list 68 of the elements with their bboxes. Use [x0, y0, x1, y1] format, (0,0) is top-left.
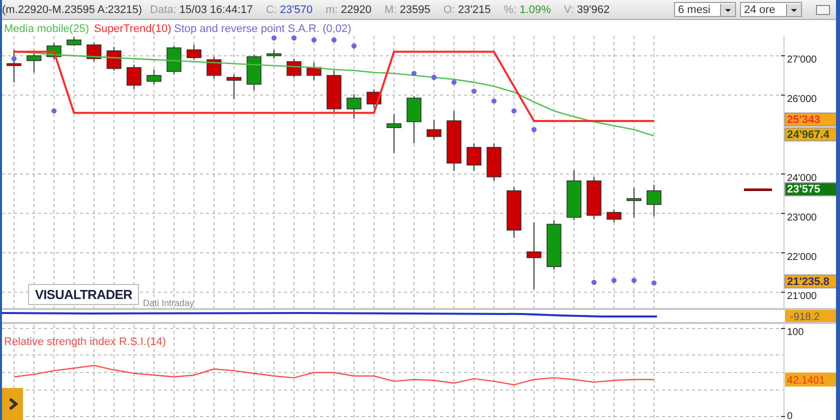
candlestick [386, 113, 402, 154]
legend-label: Media mobile(25) [4, 23, 89, 35]
candlestick [586, 176, 602, 220]
candlestick [406, 96, 422, 144]
quote-field: %: 1.09% [504, 4, 551, 16]
candlestick [306, 62, 322, 81]
candlestick [526, 222, 542, 290]
axis-tick-label: 23'000 [787, 212, 817, 224]
period-dropdown[interactable]: 24 ore [740, 2, 802, 17]
last-price-marker [744, 188, 772, 191]
candlestick [226, 74, 242, 100]
logo: VISUALTRADER [28, 284, 140, 305]
axis-tick-label: 0 [787, 411, 793, 420]
candlestick [126, 64, 142, 90]
range-text: (m.22920-M.23595 A:23215) [2, 4, 142, 16]
candlestick [46, 42, 62, 60]
quote-field: C: 23'570 [266, 4, 313, 16]
indicator-value-label: -918.2 [785, 310, 836, 323]
candlestick [86, 42, 102, 62]
candlestick [426, 119, 442, 140]
price-label: 24'967.4 [784, 127, 836, 142]
candlestick [206, 56, 222, 79]
candlestick [6, 49, 22, 83]
candlestick [66, 36, 82, 46]
candlestick [606, 208, 622, 223]
candlestick [486, 142, 502, 182]
candlestick [466, 142, 482, 172]
price-label: 23'575 [784, 182, 836, 196]
legend-label: Stop and reverse point S.A.R. (0,02) [174, 23, 352, 35]
candlestick [166, 45, 182, 75]
axis-tick-label: 22'000 [787, 252, 817, 263]
axis-tick-label: 21'000 [787, 291, 817, 302]
quote-field: m: 22920 [326, 4, 372, 16]
candlestick [646, 184, 662, 217]
price-label: 25'343 [784, 112, 836, 127]
expand-button[interactable] [2, 388, 23, 420]
price-label: 21'235.8 [784, 274, 836, 288]
legend-label: SuperTrend(10) [94, 23, 172, 35]
axis-tick-label: 100 [787, 327, 804, 338]
rsi-value-label: 42.1401 [785, 372, 836, 387]
candlestick [626, 187, 642, 218]
candlestick [146, 69, 162, 85]
period-dropdown[interactable]: 6 mesi [674, 2, 736, 17]
candlestick [106, 46, 122, 71]
candlestick [446, 110, 462, 172]
indicator-title: Relative strength index R.S.I.(14) [4, 336, 166, 348]
candlestick [266, 49, 282, 60]
candlestick [566, 170, 582, 221]
candlestick [366, 88, 382, 108]
square-icon[interactable] [816, 4, 830, 14]
caret-icon [786, 4, 801, 16]
quote-field: Data: 15/03 16:44:17 [150, 4, 253, 16]
candlestick [546, 220, 562, 270]
candlestick [346, 94, 362, 120]
quote-field: O: 23'215 [443, 4, 491, 16]
candlestick [286, 58, 302, 78]
candlestick [506, 186, 522, 239]
quote-field: M: 23595 [384, 4, 430, 16]
axis-tick-label: 24'000 [787, 172, 817, 184]
axis-tick-label: 26'000 [787, 94, 817, 106]
quote-field: V: 39'962 [564, 4, 610, 16]
candlestick [246, 54, 262, 91]
caption-text: Dati Intraday [143, 298, 194, 308]
candlestick [326, 70, 342, 112]
chevron-icon [8, 397, 18, 411]
caret-icon [720, 4, 735, 16]
candlestick [186, 44, 202, 60]
axis-tick-label: 27'000 [787, 54, 817, 66]
